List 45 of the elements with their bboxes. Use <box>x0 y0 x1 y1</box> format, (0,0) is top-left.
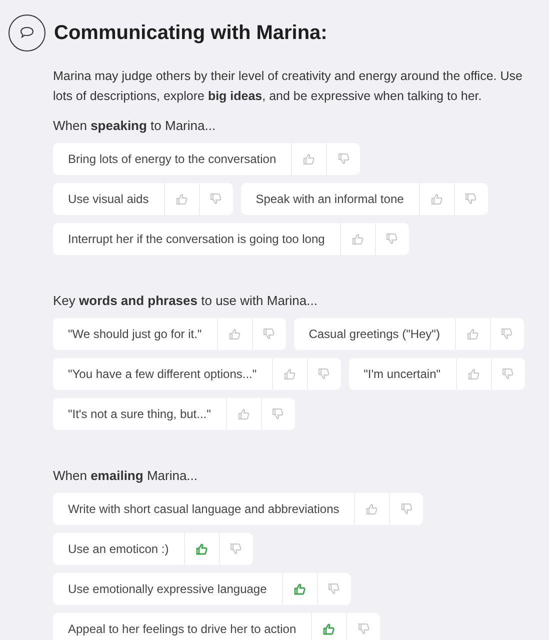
thumbs-down-icon <box>502 368 514 380</box>
suggestion-text: Casual greetings ("Hey") <box>294 318 456 350</box>
suggestion-text: Use an emoticon :) <box>53 533 185 565</box>
thumbs-up-icon <box>284 368 296 380</box>
thumbs-down-icon <box>272 408 284 420</box>
page-title: Communicating with Marina: <box>54 22 328 44</box>
thumbs-up-icon <box>238 408 250 420</box>
thumbs-up-icon <box>466 328 479 340</box>
thumbs-up-icon <box>468 368 480 380</box>
suggestion-text: "It's not a sure thing, but..." <box>53 398 227 430</box>
thumbs-down-icon <box>318 368 330 380</box>
thumbs-down-icon <box>338 153 350 165</box>
thumbs-down-icon <box>501 328 514 340</box>
suggestion-text: "I'm uncertain" <box>348 358 456 390</box>
thumbs-up-icon <box>366 503 378 515</box>
suggestion-text: "We should just go for it." <box>53 318 218 350</box>
thumbs-up-icon <box>176 193 188 205</box>
thumbs-down-icon <box>328 583 340 595</box>
thumbs-up-icon <box>430 193 443 205</box>
suggestion-text: "You have a few different options..." <box>53 358 273 390</box>
section-heading: When emailing Marina... <box>53 468 199 483</box>
suggestion-text: Write with short casual language and abbreviations <box>53 493 356 525</box>
thumbs-up-icon <box>352 233 364 245</box>
thumbs-up-icon <box>228 328 241 340</box>
thumbs-down-icon <box>386 233 398 245</box>
intro-paragraph: Marina may judge others by their level of creativity and energy around the office. Use lots of descriptions, explore big ideas, and be expressive when talking to her. <box>53 68 524 105</box>
suggestion-text: Bring lots of energy to the conversation <box>53 143 292 175</box>
thumbs-up-icon <box>294 583 306 595</box>
suggestion-text: Speak with an informal tone <box>240 183 420 215</box>
suggestion-text: Interrupt her if the conversation is going too long <box>53 223 341 255</box>
thumbs-up-icon <box>323 623 336 635</box>
speech-bubble-icon <box>8 14 46 52</box>
thumbs-down-icon <box>263 328 276 340</box>
thumbs-down-icon <box>210 193 222 205</box>
section-heading: Key words and phrases to use with Marina... <box>53 293 318 308</box>
suggestion-text: Use emotionally expressive language <box>53 573 283 605</box>
thumbs-down-icon <box>465 193 478 205</box>
thumbs-down-icon <box>400 503 413 515</box>
thumbs-up-icon <box>303 153 316 165</box>
thumbs-up-icon <box>196 543 208 555</box>
section-heading: When speaking to Marina... <box>53 118 217 133</box>
suggestion-text: Appeal to her feelings to drive her to action <box>53 613 312 640</box>
thumbs-down-icon <box>358 623 370 635</box>
thumbs-down-icon <box>230 543 242 555</box>
suggestion-text: Use visual aids <box>53 183 165 215</box>
